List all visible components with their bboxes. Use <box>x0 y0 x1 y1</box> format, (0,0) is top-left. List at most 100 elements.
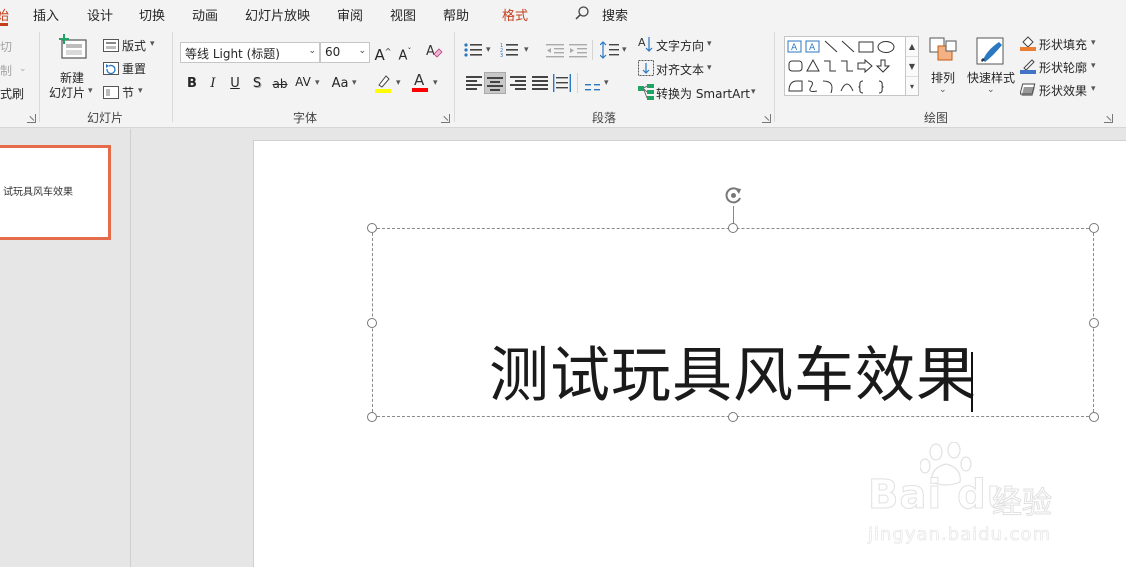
new-slide-dropdown-icon[interactable]: ▾ <box>88 86 93 96</box>
font-launcher-icon[interactable] <box>441 114 450 123</box>
tab-slideshow[interactable]: 幻灯片放映 <box>245 5 310 24</box>
text-direction-icon[interactable]: A <box>638 35 654 57</box>
columns-dropdown-icon[interactable]: ▾ <box>604 78 609 88</box>
character-spacing-button[interactable]: AV <box>293 72 313 92</box>
align-text-button[interactable]: 对齐文本 <box>656 61 704 78</box>
arrange-dropdown-icon[interactable]: ⌄ <box>939 85 947 95</box>
underline-button[interactable]: U <box>227 74 243 94</box>
arrange-icon[interactable] <box>929 37 959 69</box>
italic-button[interactable]: I <box>206 74 220 94</box>
text-direction-dropdown-icon[interactable]: ▾ <box>707 39 712 49</box>
numbering-icon[interactable]: 123 <box>500 42 520 62</box>
smartart-dropdown-icon[interactable]: ▾ <box>751 87 756 97</box>
resize-handle-nw[interactable] <box>367 223 377 233</box>
copy-dropdown-icon[interactable]: ⌄ <box>19 64 27 74</box>
shapes-gallery-icons[interactable]: A A <box>785 37 907 97</box>
copy-button[interactable]: 制 <box>0 62 12 79</box>
font-size-combo[interactable]: 60 ⌄ <box>320 42 370 63</box>
new-slide-icon[interactable] <box>58 34 88 66</box>
bullets-icon[interactable] <box>464 42 484 62</box>
align-center-button[interactable] <box>484 72 506 94</box>
font-name-combo[interactable]: 等线 Light (标题) ⌄ <box>180 42 320 63</box>
layout-button[interactable]: 版式 <box>122 37 146 54</box>
shapes-gallery[interactable]: A A <box>784 36 906 96</box>
clear-formatting-icon[interactable]: A <box>425 42 443 64</box>
bold-button[interactable]: B <box>184 74 200 94</box>
resize-handle-ne[interactable] <box>1089 223 1099 233</box>
section-dropdown-icon[interactable]: ▾ <box>138 86 143 96</box>
reset-button[interactable]: 重置 <box>122 60 146 77</box>
case-dropdown-icon[interactable]: ▾ <box>352 78 357 88</box>
resize-handle-e[interactable] <box>1089 318 1099 328</box>
align-text-dropdown-icon[interactable]: ▾ <box>707 63 712 73</box>
shape-fill-button[interactable]: 形状填充 <box>1039 36 1087 53</box>
cut-button[interactable]: 切 <box>0 38 12 55</box>
convert-smartart-button[interactable]: 转换为 SmartArt <box>656 85 750 102</box>
align-text-icon[interactable] <box>638 60 654 80</box>
decrease-indent-icon[interactable] <box>546 43 564 62</box>
tab-transitions[interactable]: 切换 <box>139 5 165 24</box>
tab-view[interactable]: 视图 <box>390 5 416 24</box>
font-size-dropdown-icon[interactable]: ⌄ <box>358 46 366 56</box>
grow-font-button[interactable]: A^ <box>374 42 392 64</box>
highlight-dropdown-icon[interactable]: ▾ <box>396 78 401 88</box>
search-icon[interactable] <box>574 5 590 25</box>
gallery-up-icon[interactable]: ▲ <box>906 37 918 57</box>
distributed-icon[interactable] <box>553 74 571 96</box>
resize-handle-w[interactable] <box>367 318 377 328</box>
text-direction-button[interactable]: 文字方向 <box>656 37 704 54</box>
font-color-icon[interactable]: A <box>412 71 430 97</box>
tab-review[interactable]: 审阅 <box>337 5 363 24</box>
section-button[interactable]: 节 <box>122 84 134 101</box>
tab-help[interactable]: 帮助 <box>443 5 469 24</box>
drawing-launcher-icon[interactable] <box>1104 114 1113 123</box>
spacing-dropdown-icon[interactable]: ▾ <box>315 78 320 88</box>
line-spacing-icon[interactable] <box>599 41 620 63</box>
shape-fill-dropdown-icon[interactable]: ▾ <box>1091 38 1096 48</box>
increase-indent-icon[interactable] <box>569 43 587 62</box>
shape-outline-dropdown-icon[interactable]: ▾ <box>1091 61 1096 71</box>
smartart-icon[interactable] <box>638 84 654 104</box>
shape-outline-icon[interactable] <box>1020 58 1037 78</box>
tab-insert[interactable]: 插入 <box>33 5 59 24</box>
rotate-handle-icon[interactable] <box>722 184 745 207</box>
tab-animations[interactable]: 动画 <box>192 5 218 24</box>
gallery-down-icon[interactable]: ▼ <box>906 57 918 77</box>
search-label[interactable]: 搜索 <box>602 5 628 24</box>
columns-icon[interactable] <box>585 78 601 97</box>
line-spacing-dropdown-icon[interactable]: ▾ <box>622 45 627 55</box>
reset-icon[interactable] <box>103 60 119 79</box>
change-case-button[interactable]: Aa <box>330 74 350 94</box>
resize-handle-n[interactable] <box>728 223 738 233</box>
shapes-gallery-scroll[interactable]: ▲ ▼ ▾ <box>905 36 919 96</box>
shadow-button[interactable]: S <box>249 74 265 94</box>
shape-fill-icon[interactable] <box>1020 35 1037 55</box>
arrange-button[interactable]: 排列 <box>931 69 955 86</box>
quick-styles-button[interactable]: 快速样式 <box>967 69 1015 86</box>
slide-title-text[interactable]: 测试玩具风车效果 <box>372 336 1094 416</box>
clipboard-launcher-icon[interactable] <box>27 114 36 123</box>
format-painter-button[interactable]: 式刷 <box>0 85 24 102</box>
gallery-more-icon[interactable]: ▾ <box>906 77 918 97</box>
bullets-dropdown-icon[interactable]: ▾ <box>486 45 491 55</box>
highlight-icon[interactable] <box>375 73 393 97</box>
strikethrough-button[interactable]: ab <box>270 74 290 94</box>
tab-home[interactable]: 始 <box>0 5 9 24</box>
tab-design[interactable]: 设计 <box>87 5 113 24</box>
paragraph-launcher-icon[interactable] <box>762 114 771 123</box>
tab-format[interactable]: 格式 <box>502 5 528 24</box>
shape-effects-icon[interactable] <box>1019 82 1037 101</box>
shape-effects-button[interactable]: 形状效果 <box>1039 82 1087 99</box>
layout-icon[interactable] <box>103 37 119 56</box>
numbering-dropdown-icon[interactable]: ▾ <box>524 45 529 55</box>
shape-outline-button[interactable]: 形状轮廓 <box>1039 59 1087 76</box>
quick-styles-icon[interactable] <box>975 36 1007 70</box>
layout-dropdown-icon[interactable]: ▾ <box>150 39 155 49</box>
section-icon[interactable] <box>103 84 119 103</box>
new-slide-label-2[interactable]: 幻灯片 <box>49 84 85 101</box>
quick-styles-dropdown-icon[interactable]: ⌄ <box>987 85 995 95</box>
font-color-dropdown-icon[interactable]: ▾ <box>433 78 438 88</box>
shape-effects-dropdown-icon[interactable]: ▾ <box>1091 84 1096 94</box>
font-name-dropdown-icon[interactable]: ⌄ <box>308 46 316 56</box>
shrink-font-button[interactable]: Aˇ <box>396 42 414 63</box>
